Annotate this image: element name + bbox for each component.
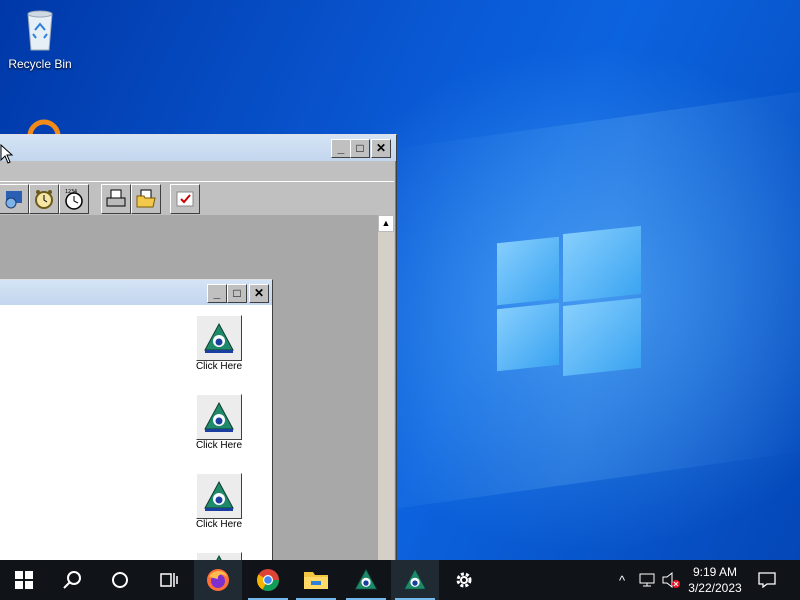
toolbar-button-1[interactable]: [0, 184, 29, 214]
main-close-button[interactable]: ✕: [371, 139, 391, 158]
child-window: _ □ ✕ Click Here Click Here Click Here: [0, 279, 273, 567]
mouse-cursor-icon: [0, 144, 14, 164]
svg-text:1234: 1234: [65, 189, 77, 195]
action-center-button[interactable]: [754, 560, 780, 600]
main-minimize-button[interactable]: _: [331, 139, 351, 158]
child-close-button[interactable]: ✕: [249, 284, 269, 303]
app-triangle-icon: [204, 322, 234, 353]
open-folder-icon: [136, 189, 156, 208]
taskbar-firefox[interactable]: [194, 560, 242, 600]
notification-icon: [758, 572, 776, 588]
taskbar: ^ 9:19 AM 3/22/2023: [0, 560, 800, 600]
tray-overflow-button[interactable]: ^: [612, 560, 632, 600]
volume-muted-icon: [662, 572, 680, 588]
toolbar-button-alarm[interactable]: [29, 184, 59, 214]
app-tile-1[interactable]: [196, 315, 242, 361]
toolbar-button-print[interactable]: [101, 184, 131, 214]
cortana-icon: [112, 572, 128, 588]
child-window-titlebar[interactable]: _ □ ✕: [0, 280, 272, 305]
taskbar-app-2[interactable]: [391, 560, 439, 600]
network-icon: [639, 573, 655, 587]
main-maximize-button[interactable]: □: [350, 139, 370, 158]
task-view-icon: [160, 573, 178, 587]
app-ring-icon: [27, 119, 61, 137]
toolbar: 1234: [0, 181, 394, 216]
clock-date: 3/22/2023: [688, 581, 742, 595]
settings-icon: [456, 572, 472, 588]
taskbar-file-explorer[interactable]: [292, 560, 340, 600]
app-triangle-icon: [354, 568, 378, 590]
firefox-icon: [207, 569, 229, 591]
toolbar-button-check[interactable]: [170, 184, 200, 214]
file-explorer-icon: [304, 572, 328, 589]
app-triangle-icon: [204, 480, 234, 511]
taskbar-settings[interactable]: [440, 560, 488, 600]
printer-icon: [106, 189, 126, 207]
app-1-icon: [5, 191, 22, 209]
app-tile-2[interactable]: [196, 394, 242, 440]
child-maximize-button[interactable]: □: [227, 284, 247, 303]
cortana-button[interactable]: [96, 560, 144, 600]
main-vertical-scrollbar[interactable]: ▲: [378, 215, 394, 565]
chrome-icon: [257, 569, 279, 591]
scroll-up-arrow[interactable]: ▲: [378, 215, 394, 232]
task-view-button[interactable]: [144, 560, 192, 600]
toolbar-button-stopwatch[interactable]: 1234: [59, 184, 89, 214]
recycle-bin-label: Recycle Bin: [8, 57, 72, 71]
search-icon: [63, 571, 81, 589]
start-button[interactable]: [0, 560, 48, 600]
clock-time: 9:19 AM: [692, 565, 738, 579]
app-tile-3[interactable]: [196, 473, 242, 519]
search-button[interactable]: [48, 560, 96, 600]
start-icon: [15, 571, 33, 589]
checklist-icon: [176, 191, 194, 207]
child-client-area: Click Here Click Here Click Here: [0, 305, 272, 567]
tile-label: Click Here: [195, 519, 243, 530]
taskbar-chrome[interactable]: [244, 560, 292, 600]
chevron-up-icon: ^: [618, 572, 626, 588]
windows-logo: [497, 225, 643, 377]
alarm-clock-icon: [35, 190, 53, 209]
tray-network[interactable]: [636, 560, 658, 600]
tile-label: Click Here: [195, 440, 243, 451]
toolbar-button-open[interactable]: [131, 184, 161, 214]
recycle-bin-icon: [27, 10, 53, 51]
child-minimize-button[interactable]: _: [207, 284, 227, 303]
stopwatch-icon: 1234: [65, 189, 83, 210]
main-window-titlebar[interactable]: _ □ ✕: [0, 135, 396, 161]
tile-label: Click Here: [195, 361, 243, 372]
app-triangle-icon: [204, 401, 234, 432]
menu-bar: [0, 161, 394, 181]
desktop-icon-recycle-bin[interactable]: Recycle Bin: [2, 8, 78, 71]
app-triangle-icon: [403, 568, 427, 590]
tray-volume[interactable]: [660, 560, 682, 600]
taskbar-app-1[interactable]: [342, 560, 390, 600]
taskbar-clock[interactable]: 9:19 AM 3/22/2023: [680, 564, 750, 596]
